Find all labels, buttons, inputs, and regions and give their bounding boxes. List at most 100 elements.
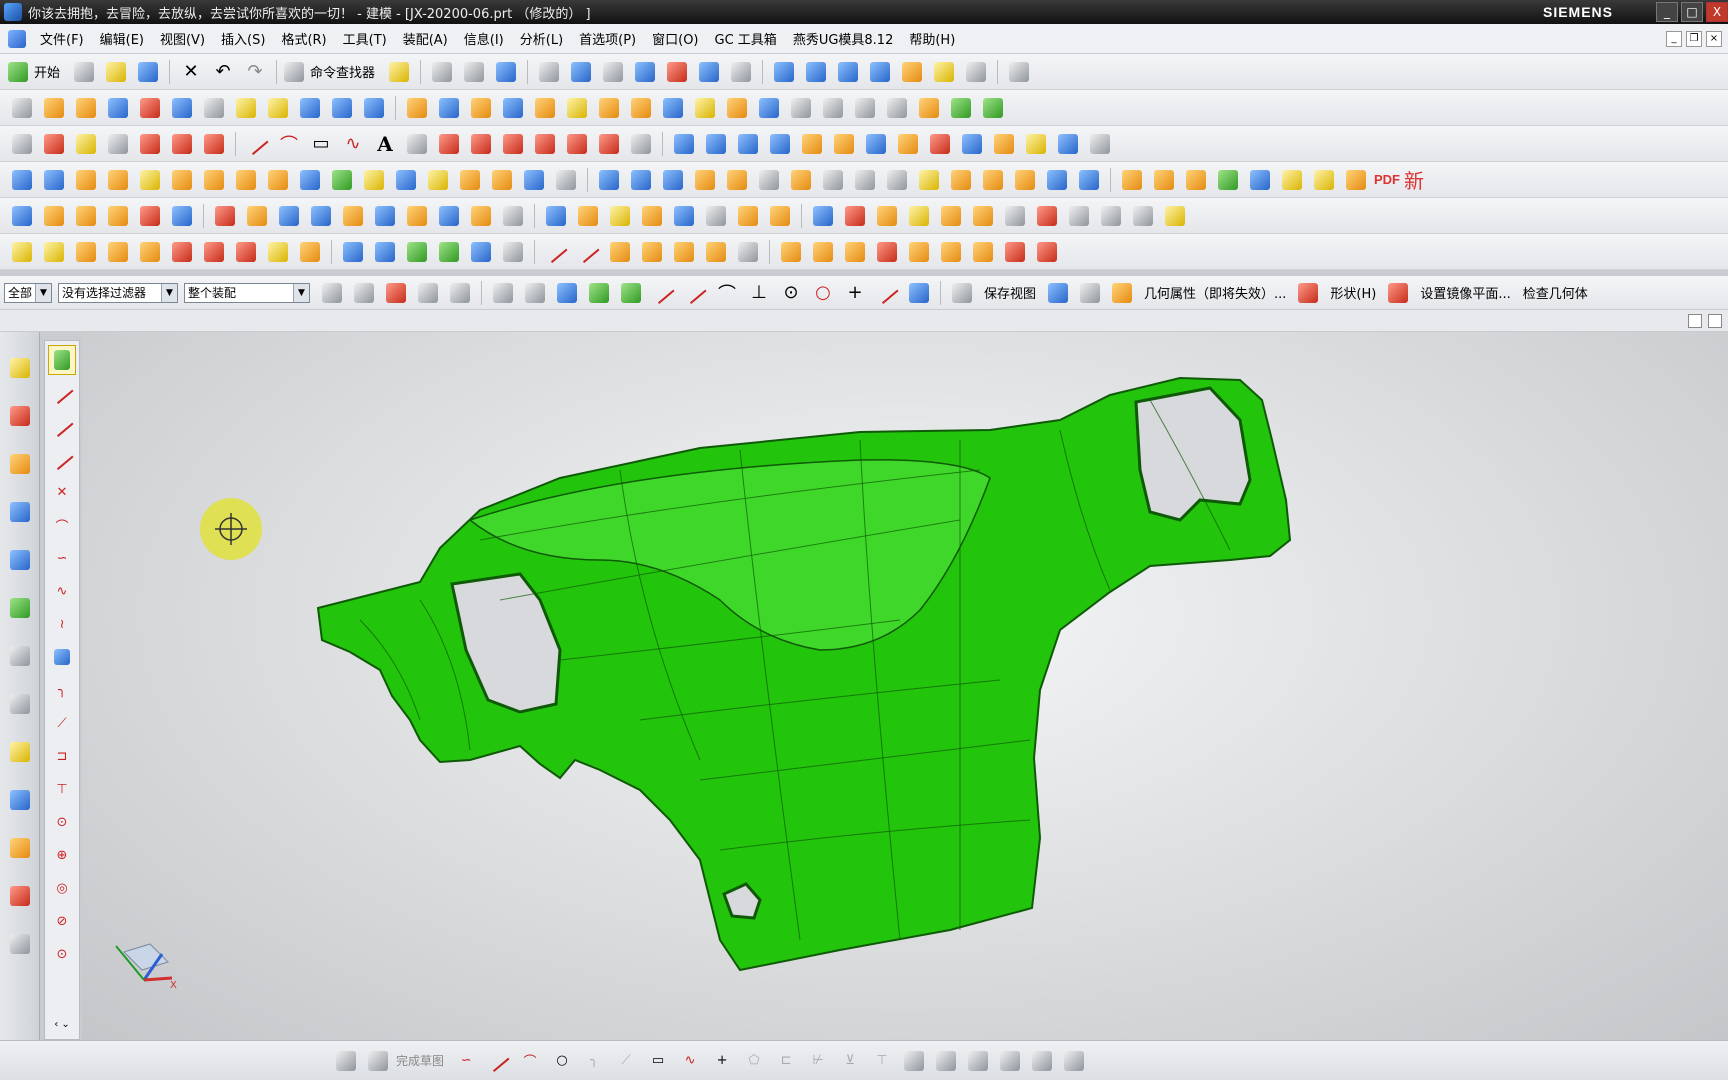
unite-button[interactable] — [499, 94, 527, 122]
filter-d-button[interactable] — [446, 279, 474, 307]
sk-chamfer-button[interactable]: ⟋ — [48, 708, 76, 738]
grid-tool-button[interactable] — [8, 166, 36, 194]
isoparametric-curve-button[interactable] — [595, 130, 623, 158]
curve-s-button[interactable] — [1033, 202, 1061, 230]
core-pin-button[interactable] — [520, 166, 548, 194]
divide-face-button[interactable] — [1086, 130, 1114, 158]
process-studio-tab[interactable] — [6, 688, 34, 720]
delete-button[interactable]: ✕ — [177, 58, 205, 86]
cooling-button[interactable] — [296, 166, 324, 194]
sketch-settings-button[interactable] — [332, 1047, 360, 1075]
bb-extend-button[interactable]: ⊻ — [836, 1047, 864, 1075]
open-file-button[interactable] — [102, 58, 130, 86]
view-isometric-button[interactable] — [802, 58, 830, 86]
layout-b-button[interactable] — [574, 202, 602, 230]
move-object-button[interactable] — [40, 130, 68, 158]
red-cube-button[interactable] — [211, 202, 239, 230]
arrow-up-button[interactable] — [1342, 166, 1370, 194]
nx5-button[interactable] — [136, 94, 164, 122]
assembly-navigator-tab[interactable] — [6, 352, 34, 384]
ruled-button[interactable] — [766, 130, 794, 158]
bb-profile-button[interactable]: ∽ — [452, 1047, 480, 1075]
split-body-button[interactable] — [787, 94, 815, 122]
layout-g-button[interactable] — [734, 202, 762, 230]
datum-csys-button[interactable] — [947, 94, 975, 122]
electrode-button[interactable] — [723, 166, 751, 194]
curve-e-button[interactable] — [670, 238, 698, 266]
render-style-button[interactable] — [727, 58, 755, 86]
menu-analysis[interactable]: 分析(L) — [512, 29, 571, 48]
axis-button[interactable] — [1129, 202, 1157, 230]
pdf-export-button[interactable]: PDF — [1374, 166, 1400, 194]
support-pillar-button[interactable] — [328, 166, 356, 194]
copy-button[interactable] — [460, 58, 488, 86]
zoom-button[interactable] — [567, 58, 595, 86]
face-blend-button[interactable] — [830, 130, 858, 158]
menu-view[interactable]: 视图(V) — [152, 29, 213, 48]
face-g-button[interactable] — [200, 238, 228, 266]
menu-window[interactable]: 窗口(O) — [644, 29, 706, 48]
chamfer-button[interactable] — [627, 94, 655, 122]
arc-button[interactable]: ⌒ — [275, 130, 303, 158]
drawing-button[interactable] — [819, 166, 847, 194]
polygon-button[interactable] — [435, 130, 463, 158]
enlarge-button[interactable] — [958, 130, 986, 158]
snap-mid-button[interactable] — [681, 279, 709, 307]
list-tool-button[interactable] — [1075, 166, 1103, 194]
bb-constraint-button[interactable] — [900, 1047, 928, 1075]
face-c-button[interactable] — [72, 238, 100, 266]
mold-a-button[interactable] — [777, 238, 805, 266]
screw-button[interactable] — [232, 166, 260, 194]
snap-tool-button[interactable] — [40, 166, 68, 194]
thicken-button[interactable] — [851, 94, 879, 122]
bb-project-button[interactable] — [996, 1047, 1024, 1075]
bb-point-button[interactable]: + — [708, 1047, 736, 1075]
sk-point-button[interactable]: ⊙ — [48, 939, 76, 969]
view-front-button[interactable] — [866, 58, 894, 86]
snap-control-button[interactable]: ⌒ — [713, 279, 741, 307]
menu-gc-toolkit[interactable]: GC 工具箱 — [707, 29, 785, 48]
show-hide-button[interactable] — [962, 58, 990, 86]
block-button[interactable] — [168, 94, 196, 122]
helix-button[interactable] — [403, 130, 431, 158]
table-c-button[interactable] — [403, 238, 431, 266]
cross-tool-button[interactable] — [40, 202, 68, 230]
gate-button[interactable] — [691, 166, 719, 194]
cross-line-button[interactable] — [403, 202, 431, 230]
datum-plane-button[interactable] — [979, 94, 1007, 122]
bb-mirror-button[interactable] — [964, 1047, 992, 1075]
bb-arc-button[interactable]: ⌒ — [516, 1047, 544, 1075]
through-curve-mesh-button[interactable] — [702, 130, 730, 158]
history-tab[interactable] — [6, 640, 34, 672]
face-h-button[interactable] — [232, 238, 260, 266]
rib-button[interactable] — [435, 94, 463, 122]
filter-a-button[interactable] — [318, 279, 346, 307]
plate-tool-button[interactable] — [72, 166, 100, 194]
table-view-button[interactable] — [948, 279, 976, 307]
bb-line-button[interactable] — [484, 1047, 512, 1075]
slab-button[interactable] — [969, 202, 997, 230]
orange-cube-button[interactable] — [937, 202, 965, 230]
ejector-pin-button[interactable] — [200, 166, 228, 194]
no-entry-button[interactable] — [841, 202, 869, 230]
sk-extend-button[interactable]: ⊤ — [48, 774, 76, 804]
snap-end-button[interactable] — [649, 279, 677, 307]
edit-object-button[interactable] — [428, 58, 456, 86]
snap-intersection-button[interactable]: ⊥ — [745, 279, 773, 307]
menu-yanxiu-mold[interactable]: 燕秀UG模具8.12 — [785, 29, 902, 48]
bom-button[interactable] — [787, 166, 815, 194]
cube-group-button[interactable] — [1161, 202, 1189, 230]
background-button[interactable] — [1005, 58, 1033, 86]
swept-button[interactable] — [734, 130, 762, 158]
lift-tool-button[interactable] — [1150, 166, 1178, 194]
layer-settings-button[interactable] — [930, 58, 958, 86]
measure-distance-button[interactable] — [200, 130, 228, 158]
mold-g-button[interactable] — [969, 238, 997, 266]
rotate-button[interactable] — [631, 58, 659, 86]
sk-grid-button[interactable] — [48, 642, 76, 672]
snap-grid2-button[interactable] — [617, 279, 645, 307]
profile-tool-button[interactable] — [48, 345, 76, 375]
revolve-button[interactable] — [72, 94, 100, 122]
panel-float-icon[interactable] — [1708, 314, 1722, 328]
snap-existing-button[interactable]: + — [841, 279, 869, 307]
